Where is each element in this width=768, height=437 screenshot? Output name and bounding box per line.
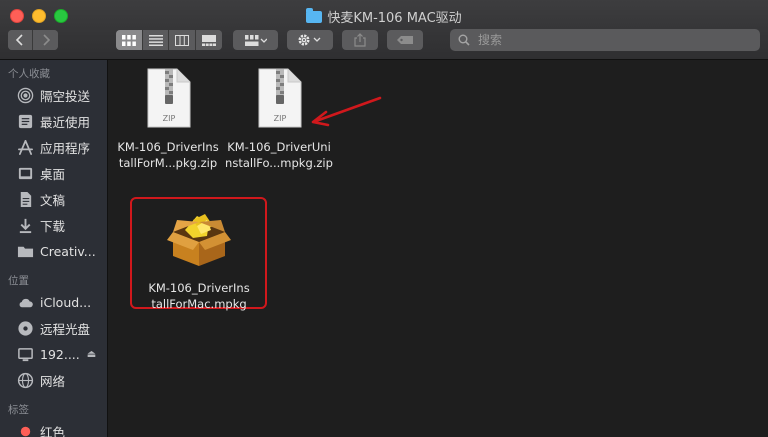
back-button[interactable] xyxy=(8,30,33,50)
tag-icon xyxy=(397,36,413,44)
sidebar-item-label: 隔空投送 xyxy=(40,88,91,104)
share-button[interactable] xyxy=(342,30,378,50)
sidebar-item-remote-disc[interactable]: 远程光盘 xyxy=(0,315,107,341)
sidebar: 个人收藏 隔空投送 最近使用 应用程序 桌面 文稿 下载 Creativ... xyxy=(0,60,108,437)
recents-icon xyxy=(16,112,34,130)
sidebar-item-downloads[interactable]: 下载 xyxy=(0,212,107,238)
sidebar-item-recents[interactable]: 最近使用 xyxy=(0,108,107,134)
list-view-icon xyxy=(148,34,163,46)
gallery-view-icon xyxy=(202,34,216,46)
chevron-left-icon xyxy=(15,34,23,46)
file-name-line1: KM-106_DriverIns xyxy=(148,281,250,295)
arrange-grid-icon xyxy=(244,34,267,46)
nav-buttons xyxy=(8,30,58,50)
remote-disc-icon xyxy=(16,319,34,337)
toolbar: 快麦KM-106 MAC驱动 xyxy=(0,0,768,60)
column-view-button[interactable] xyxy=(169,30,196,50)
file-name-line1: KM-106_DriverIns xyxy=(117,140,219,154)
search-field[interactable] xyxy=(450,29,760,51)
file-type-label: ZIP xyxy=(274,114,287,123)
sidebar-item-desktop[interactable]: 桌面 xyxy=(0,160,107,186)
computer-icon xyxy=(16,345,34,363)
sidebar-item-documents[interactable]: 文稿 xyxy=(0,186,107,212)
list-view-button[interactable] xyxy=(143,30,169,50)
desktop-icon xyxy=(16,164,34,182)
arrange-button[interactable] xyxy=(233,30,278,50)
sidebar-item-label: 文稿 xyxy=(40,192,66,208)
file-name-line2: tallForMac.mpkg xyxy=(151,297,247,311)
sidebar-item-icloud[interactable]: iCloud... xyxy=(0,289,107,315)
file-item[interactable]: ZIP KM-106_DriverIns tallForM...pkg.zip xyxy=(109,68,227,171)
search-input[interactable] xyxy=(476,32,740,48)
tag-button-inner xyxy=(387,30,423,50)
icloud-icon xyxy=(16,293,34,311)
documents-icon xyxy=(16,190,34,208)
zip-file-icon: ZIP xyxy=(147,68,191,128)
action-button-inner xyxy=(287,30,333,50)
airdrop-icon xyxy=(16,86,34,104)
network-icon xyxy=(16,371,34,389)
sidebar-item-label: 红色 xyxy=(40,424,66,437)
sidebar-item-label: 下载 xyxy=(40,218,66,234)
sidebar-item-applications[interactable]: 应用程序 xyxy=(0,134,107,160)
finder-window: 快麦KM-106 MAC驱动 搜索 个人收藏 隔空投送 最近使用 应用程序 桌面… xyxy=(0,0,768,437)
annotation-arrow xyxy=(311,96,382,127)
downloads-icon xyxy=(16,216,34,234)
sidebar-item-network[interactable]: 网络 xyxy=(0,367,107,393)
file-name-line2: tallForM...pkg.zip xyxy=(118,156,218,170)
sidebar-item-label: 192.... xyxy=(40,346,80,362)
file-name-line1: KM-106_DriverUni xyxy=(227,140,331,154)
sidebar-item-label: 网络 xyxy=(40,373,66,389)
sidebar-item-label: iCloud... xyxy=(40,294,92,310)
sidebar-item-label: 最近使用 xyxy=(40,114,91,130)
window-title-container: 快麦KM-106 MAC驱动 xyxy=(0,7,768,26)
forward-button[interactable] xyxy=(33,30,58,50)
action-button[interactable] xyxy=(287,30,333,50)
sidebar-item-label: 远程光盘 xyxy=(40,321,91,337)
sidebar-item-airdrop[interactable]: 隔空投送 xyxy=(0,82,107,108)
file-browser: ZIP KM-106_DriverIns tallForM...pkg.zip … xyxy=(109,60,768,437)
sidebar-item-label: 应用程序 xyxy=(40,140,91,156)
window-title: 快麦KM-106 MAC驱动 xyxy=(327,11,462,26)
eject-icon[interactable]: ⏏ xyxy=(87,349,96,360)
file-type-label: ZIP xyxy=(163,114,176,123)
package-icon xyxy=(167,214,231,266)
icon-view-button[interactable] xyxy=(116,30,143,50)
view-switcher xyxy=(116,30,222,50)
arrange-button-inner xyxy=(233,30,278,50)
zip-file-icon: ZIP xyxy=(258,68,302,128)
sidebar-item-tag-red[interactable]: 红色 xyxy=(0,418,107,437)
folder-icon xyxy=(306,7,323,23)
sidebar-item-label: 桌面 xyxy=(40,166,66,182)
chevron-right-icon xyxy=(42,34,50,46)
tag-button[interactable] xyxy=(387,30,423,50)
column-view-icon xyxy=(175,34,189,46)
icon-view-icon xyxy=(122,34,136,46)
share-button-inner xyxy=(342,30,378,50)
tag-dot-icon xyxy=(16,422,34,437)
file-item-selected[interactable]: KM-106_DriverIns tallForMac.mpkg xyxy=(133,208,265,312)
gear-icon xyxy=(298,34,321,46)
file-name-line2: nstallFo...mpkg.zip xyxy=(225,156,333,170)
sidebar-item-server[interactable]: 192.... ⏏ xyxy=(0,341,107,367)
share-icon xyxy=(354,33,366,47)
favorites-header: 个人收藏 xyxy=(8,68,50,80)
tags-header: 标签 xyxy=(8,404,29,416)
applications-icon xyxy=(16,138,34,156)
search-icon xyxy=(458,34,470,46)
sidebar-item-label: Creativ... xyxy=(40,243,96,259)
gallery-view-button[interactable] xyxy=(196,30,222,50)
locations-header: 位置 xyxy=(8,275,29,287)
folder-icon xyxy=(16,242,34,260)
sidebar-item-creative-cloud[interactable]: Creativ... xyxy=(0,238,107,264)
